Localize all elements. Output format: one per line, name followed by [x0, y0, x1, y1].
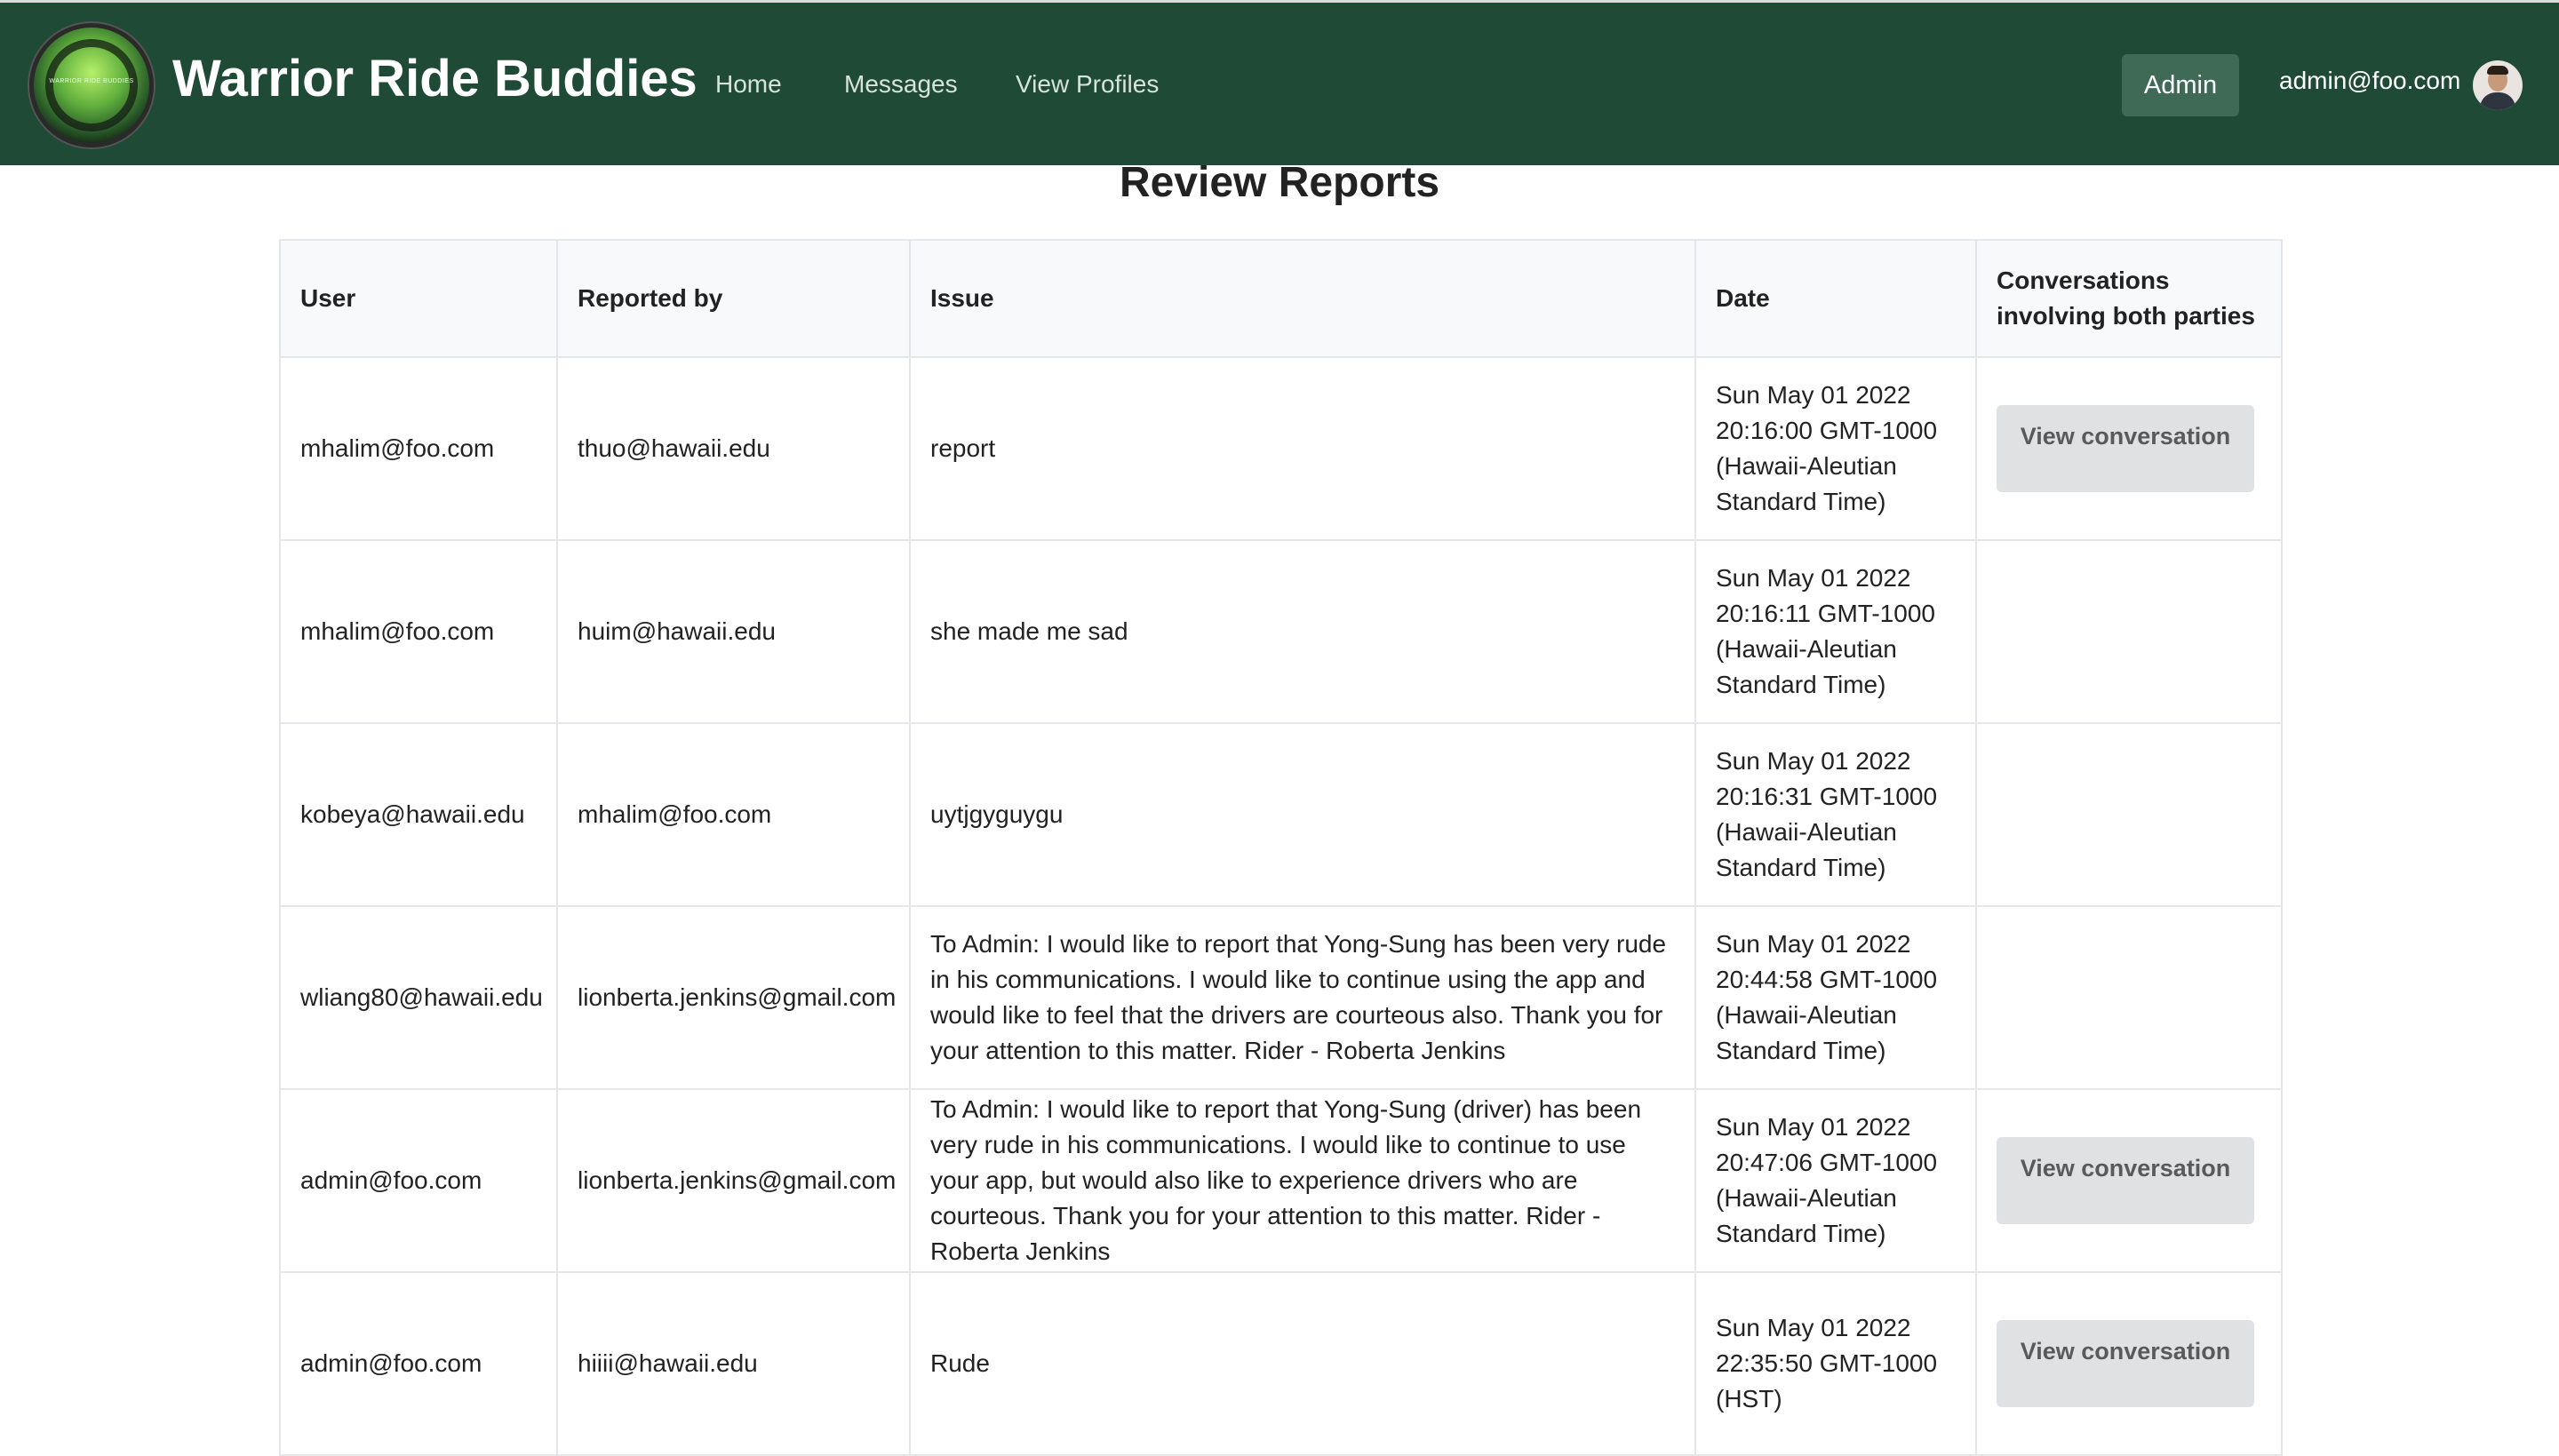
nav-link-view-profiles[interactable]: View Profiles	[1016, 70, 1159, 99]
cell-reported-by: lionberta.jenkins@gmail.com	[556, 1088, 911, 1273]
avatar[interactable]	[2473, 60, 2523, 110]
table-header-row: User Reported by Issue Date Conversation…	[279, 239, 2283, 358]
cell-user: wliang80@hawaii.edu	[279, 905, 558, 1090]
column-header-issue: Issue	[909, 239, 1696, 358]
user-menu-email[interactable]: admin@foo.com	[2279, 67, 2460, 95]
view-conversation-button[interactable]: View conversation	[1997, 405, 2254, 492]
table-row: admin@foo.com hiiii@hawaii.edu Rude Sun May…	[279, 1271, 2283, 1456]
app-logo[interactable]: WARRIOR RIDE BUDDIES	[29, 23, 154, 147]
cell-user: kobeya@hawaii.edu	[279, 722, 558, 907]
cell-date: Sun May 01 2022 22:35:50 GMT-1000 (HST)	[1694, 1271, 1977, 1456]
table-row: admin@foo.com lionberta.jenkins@gmail.com…	[279, 1088, 2283, 1273]
view-conversation-button[interactable]: View conversation	[1997, 1137, 2254, 1224]
cell-conversation	[1975, 905, 2283, 1090]
cell-date: Sun May 01 2022 20:16:31 GMT-1000 (Hawai…	[1694, 722, 1977, 907]
cell-reported-by: huim@hawaii.edu	[556, 539, 911, 724]
cell-conversation	[1975, 722, 2283, 907]
cell-reported-by: hiiii@hawaii.edu	[556, 1271, 911, 1456]
column-header-user: User	[279, 239, 558, 358]
cell-issue: she made me sad	[909, 539, 1696, 724]
nav-link-messages[interactable]: Messages	[844, 70, 958, 99]
admin-button[interactable]: Admin	[2122, 54, 2239, 116]
cell-issue: To Admin: I would like to report that Yo…	[909, 1088, 1696, 1273]
cell-issue: uytjgyguygu	[909, 722, 1696, 907]
nav-link-home[interactable]: Home	[715, 70, 782, 99]
cell-conversation: View conversation	[1975, 1271, 2283, 1456]
reports-table: User Reported by Issue Date Conversation…	[279, 239, 2283, 1456]
table-row: mhalim@foo.com huim@hawaii.edu she made me…	[279, 539, 2283, 724]
table-row: mhalim@foo.com thuo@hawaii.edu report Sun M…	[279, 356, 2283, 541]
cell-reported-by: lionberta.jenkins@gmail.com	[556, 905, 911, 1090]
cell-conversation: View conversation	[1975, 1088, 2283, 1273]
column-header-date: Date	[1694, 239, 1977, 358]
page-title: Review Reports	[1119, 159, 1440, 206]
column-header-conversations: Conversations involving both parties	[1975, 239, 2283, 358]
column-header-reported-by: Reported by	[556, 239, 911, 358]
table-row: kobeya@hawaii.edu mhalim@foo.com uytjgyguy…	[279, 722, 2283, 907]
steering-wheel-icon	[45, 39, 138, 131]
cell-issue: Rude	[909, 1271, 1696, 1456]
cell-reported-by: mhalim@foo.com	[556, 722, 911, 907]
cell-date: Sun May 01 2022 20:44:58 GMT-1000 (Hawai…	[1694, 905, 1977, 1090]
cell-conversation	[1975, 539, 2283, 724]
logo-text: WARRIOR RIDE BUDDIES	[49, 78, 134, 84]
brand-name[interactable]: Warrior Ride Buddies	[172, 49, 698, 108]
view-conversation-button[interactable]: View conversation	[1997, 1320, 2254, 1407]
cell-user: mhalim@foo.com	[279, 356, 558, 541]
table-body: mhalim@foo.com thuo@hawaii.edu report Sun M…	[279, 356, 2283, 1456]
cell-date: Sun May 01 2022 20:16:11 GMT-1000 (Hawai…	[1694, 539, 1977, 724]
avatar-body	[2480, 92, 2515, 110]
table-row: wliang80@hawaii.edu lionberta.jenkins@gma…	[279, 905, 2283, 1090]
cell-date: Sun May 01 2022 20:47:06 GMT-1000 (Hawai…	[1694, 1088, 1977, 1273]
cell-user: admin@foo.com	[279, 1271, 558, 1456]
cell-date: Sun May 01 2022 20:16:00 GMT-1000 (Hawai…	[1694, 356, 1977, 541]
cell-user: admin@foo.com	[279, 1088, 558, 1273]
cell-issue: To Admin: I would like to report that Yo…	[909, 905, 1696, 1090]
top-navbar: WARRIOR RIDE BUDDIES Warrior Ride Buddie…	[0, 0, 2559, 165]
cell-issue: report	[909, 356, 1696, 541]
cell-conversation: View conversation	[1975, 356, 2283, 541]
avatar-hair	[2487, 66, 2508, 75]
cell-reported-by: thuo@hawaii.edu	[556, 356, 911, 541]
cell-user: mhalim@foo.com	[279, 539, 558, 724]
